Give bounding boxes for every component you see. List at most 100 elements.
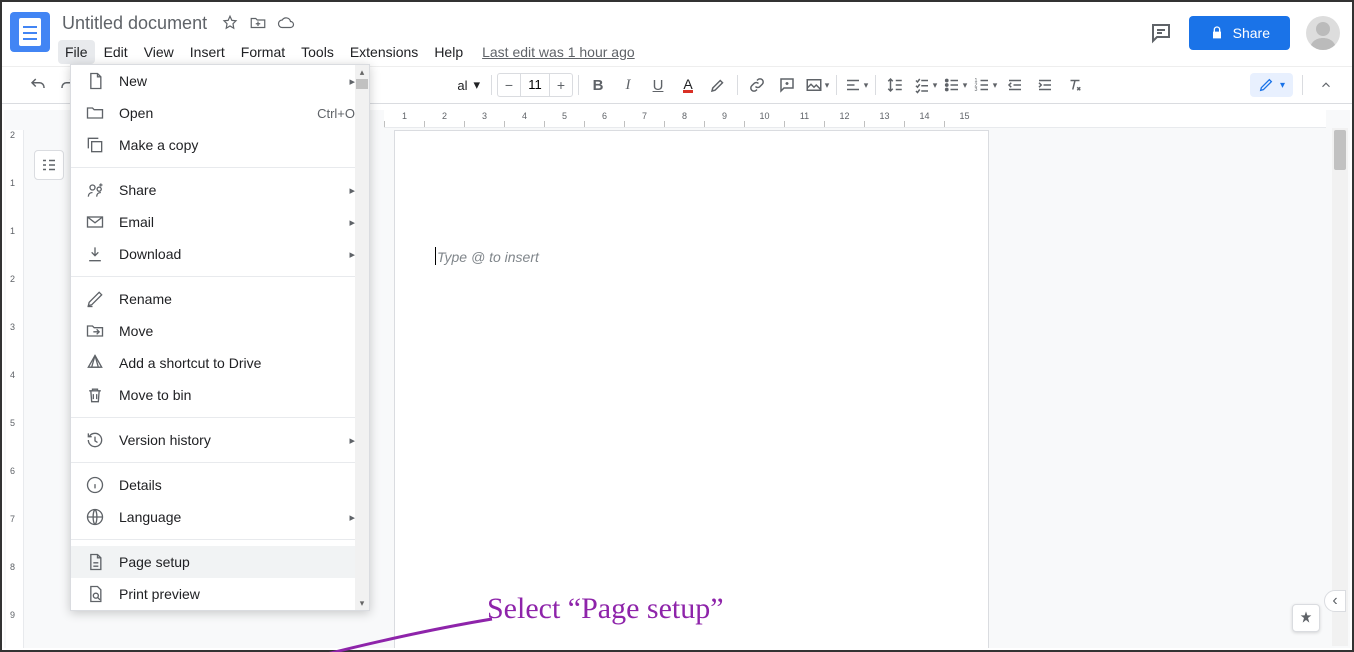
app-header: Untitled document File Edit View Insert … <box>2 2 1352 66</box>
pencil-icon <box>1258 77 1274 93</box>
email-icon <box>85 212 105 232</box>
text-color-button[interactable]: A <box>674 71 702 99</box>
menu-tools[interactable]: Tools <box>294 40 341 64</box>
share-label: Share <box>1233 25 1270 41</box>
globe-icon <box>85 507 105 527</box>
menu-item-move[interactable]: Move <box>71 315 369 347</box>
menu-label: Add a shortcut to Drive <box>119 355 355 371</box>
editing-mode-button[interactable]: ▾ <box>1250 73 1293 97</box>
document-outline-button[interactable] <box>34 150 64 180</box>
font-size-increase[interactable]: + <box>550 77 572 93</box>
collapse-toolbar-button[interactable] <box>1312 71 1340 99</box>
move-icon <box>85 321 105 341</box>
vertical-ruler: 2112345678910 <box>6 130 24 648</box>
menu-label: Version history <box>119 432 335 448</box>
document-icon <box>85 71 105 91</box>
menu-shortcut: Ctrl+O <box>317 106 355 121</box>
menu-view[interactable]: View <box>137 40 181 64</box>
font-name-label: al <box>457 78 467 93</box>
menu-label: Move to bin <box>119 387 355 403</box>
star-icon[interactable] <box>221 14 239 32</box>
history-icon <box>85 430 105 450</box>
copy-icon <box>85 135 105 155</box>
menu-file[interactable]: File <box>58 40 95 64</box>
checklist-button[interactable]: ▾ <box>911 71 939 99</box>
menu-help[interactable]: Help <box>427 40 470 64</box>
highlight-button[interactable] <box>704 71 732 99</box>
font-size-control: − 11 + <box>497 73 573 97</box>
drive-shortcut-icon <box>85 353 105 373</box>
docs-logo[interactable] <box>10 12 50 52</box>
doc-meta: Untitled document File Edit View Insert … <box>58 10 1149 66</box>
menu-label: Print preview <box>119 586 355 602</box>
insert-comment-button[interactable] <box>773 71 801 99</box>
menu-item-make-copy[interactable]: Make a copy <box>71 129 369 161</box>
align-button[interactable]: ▾ <box>842 71 870 99</box>
bold-button[interactable]: B <box>584 71 612 99</box>
menu-label: Share <box>119 182 335 198</box>
menu-label: Move <box>119 323 355 339</box>
dropdown-scrollbar[interactable]: ▴ ▾ <box>355 65 369 610</box>
vertical-scrollbar[interactable] <box>1332 128 1348 646</box>
menu-item-add-shortcut[interactable]: Add a shortcut to Drive <box>71 347 369 379</box>
page-setup-icon <box>85 552 105 572</box>
last-edit-link[interactable]: Last edit was 1 hour ago <box>482 44 635 60</box>
menu-item-rename[interactable]: Rename <box>71 283 369 315</box>
decrease-indent-button[interactable] <box>1001 71 1029 99</box>
menu-item-move-to-bin[interactable]: Move to bin <box>71 379 369 411</box>
font-family-select[interactable]: al▾ <box>396 73 486 97</box>
menu-label: Language <box>119 509 335 525</box>
insert-link-button[interactable] <box>743 71 771 99</box>
move-folder-icon[interactable] <box>249 14 267 32</box>
menu-item-download[interactable]: Download ▸ <box>71 238 369 270</box>
menu-item-print-preview[interactable]: Print preview <box>71 578 369 610</box>
line-spacing-button[interactable] <box>881 71 909 99</box>
font-size-value[interactable]: 11 <box>520 74 550 96</box>
menu-item-email[interactable]: Email ▸ <box>71 206 369 238</box>
menu-label: Details <box>119 477 355 493</box>
clear-formatting-button[interactable] <box>1061 71 1089 99</box>
menu-edit[interactable]: Edit <box>97 40 135 64</box>
insert-image-button[interactable]: ▾ <box>803 71 831 99</box>
file-menu-dropdown: New ▸ Open Ctrl+O Make a copy Share ▸ Em… <box>70 64 370 611</box>
menu-label: Make a copy <box>119 137 355 153</box>
account-avatar[interactable] <box>1306 16 1340 50</box>
doc-title-input[interactable]: Untitled document <box>58 11 211 36</box>
svg-text:3: 3 <box>974 87 977 93</box>
horizontal-ruler: 123456789101112131415 <box>384 110 1326 128</box>
lock-icon <box>1209 25 1225 41</box>
menu-item-details[interactable]: Details <box>71 469 369 501</box>
side-panel-toggle[interactable]: ‹ <box>1324 590 1346 612</box>
bulleted-list-button[interactable]: ▾ <box>941 71 969 99</box>
menu-item-open[interactable]: Open Ctrl+O <box>71 97 369 129</box>
document-page[interactable]: Type @ to insert <box>394 130 989 648</box>
menu-format[interactable]: Format <box>234 40 292 64</box>
numbered-list-button[interactable]: 123▾ <box>971 71 999 99</box>
menu-label: Page setup <box>119 554 355 570</box>
menu-item-new[interactable]: New ▸ <box>71 65 369 97</box>
menu-item-version-history[interactable]: Version history ▸ <box>71 424 369 456</box>
page-placeholder-text: Type @ to insert <box>437 249 539 265</box>
share-button[interactable]: Share <box>1189 16 1290 50</box>
rename-icon <box>85 289 105 309</box>
explore-button[interactable] <box>1292 604 1320 632</box>
docs-logo-glyph <box>19 18 41 46</box>
italic-button[interactable]: I <box>614 71 642 99</box>
menu-label: New <box>119 73 335 89</box>
undo-button[interactable] <box>24 71 52 99</box>
download-icon <box>85 244 105 264</box>
folder-icon <box>85 103 105 123</box>
increase-indent-button[interactable] <box>1031 71 1059 99</box>
menu-item-language[interactable]: Language ▸ <box>71 501 369 533</box>
comments-icon[interactable] <box>1149 21 1173 45</box>
underline-button[interactable]: U <box>644 71 672 99</box>
menu-item-share[interactable]: Share ▸ <box>71 174 369 206</box>
font-size-decrease[interactable]: − <box>498 77 520 93</box>
menu-label: Download <box>119 246 335 262</box>
menu-item-page-setup[interactable]: Page setup <box>71 546 369 578</box>
menu-extensions[interactable]: Extensions <box>343 40 425 64</box>
trash-icon <box>85 385 105 405</box>
menu-insert[interactable]: Insert <box>183 40 232 64</box>
cloud-status-icon[interactable] <box>277 14 295 32</box>
menu-label: Rename <box>119 291 355 307</box>
